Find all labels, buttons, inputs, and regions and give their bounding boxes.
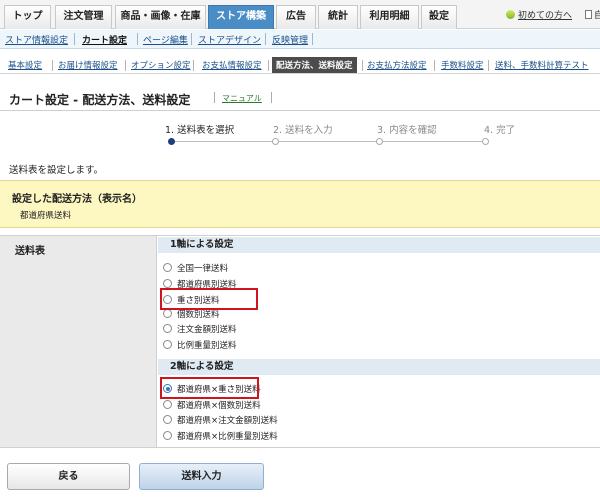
nav-fee-settings[interactable]: 手数料設定 bbox=[441, 59, 484, 71]
row-label-cell: 送料表 bbox=[0, 235, 157, 448]
section-2-heading: 2軸による設定 bbox=[158, 359, 600, 375]
highlight-box-prefecture-weight bbox=[160, 377, 259, 399]
divider bbox=[125, 60, 126, 71]
radio-button[interactable] bbox=[163, 263, 172, 272]
subnav-store-design[interactable]: ストアデザイン bbox=[198, 33, 261, 46]
nav-calc-test[interactable]: 送料、手数料計算テスト bbox=[495, 59, 589, 71]
back-button[interactable]: 戻る bbox=[7, 463, 130, 490]
row-label: 送料表 bbox=[15, 246, 45, 257]
manual-link[interactable]: マニュアル bbox=[222, 93, 262, 104]
radio-button[interactable] bbox=[163, 431, 172, 440]
divider bbox=[265, 33, 266, 45]
option-prefecture-proportional[interactable]: 都道府県×比例重量別送料 bbox=[163, 429, 278, 442]
step-4-label: 4. 完了 bbox=[484, 125, 516, 136]
document-icon bbox=[585, 10, 592, 19]
subnav-cart-settings[interactable]: カート設定 bbox=[82, 33, 127, 46]
tab-settings[interactable]: 設定 bbox=[421, 5, 457, 29]
tab-billing[interactable]: 利用明細 bbox=[360, 5, 419, 29]
step-3-dot bbox=[376, 138, 383, 145]
page-title: カート設定 - 配送方法、送料設定 bbox=[9, 93, 191, 107]
radio-button[interactable] bbox=[163, 309, 172, 318]
tab-orders[interactable]: 注文管理 bbox=[55, 5, 112, 29]
tab-ads[interactable]: 広告 bbox=[276, 5, 316, 29]
option-label: 都道府県×比例重量別送料 bbox=[177, 431, 278, 442]
tab-top[interactable]: トップ bbox=[4, 5, 51, 29]
highlight-box-weight bbox=[160, 288, 258, 310]
divider bbox=[74, 33, 75, 45]
radio-button[interactable] bbox=[163, 340, 172, 349]
step-3-label: 3. 内容を確認 bbox=[377, 125, 437, 136]
tab-stats[interactable]: 統計 bbox=[318, 5, 358, 29]
option-label: 比例重量別送料 bbox=[177, 340, 237, 351]
subnav-store-info[interactable]: ストア情報設定 bbox=[5, 33, 68, 46]
nav-delivery-info[interactable]: お届け情報設定 bbox=[58, 59, 118, 71]
subnav-publish[interactable]: 反映管理 bbox=[272, 33, 308, 46]
divider bbox=[312, 33, 313, 45]
option-label: 全国一律送料 bbox=[177, 263, 229, 274]
option-flat-rate[interactable]: 全国一律送料 bbox=[163, 261, 228, 274]
radio-button[interactable] bbox=[163, 400, 172, 409]
top-nav: トップ 注文管理 商品・画像・在庫 ストア構築 広告 統計 利用明細 設定 初め… bbox=[0, 0, 600, 29]
nav-option-settings[interactable]: オプション設定 bbox=[131, 59, 191, 71]
radio-button[interactable] bbox=[163, 279, 172, 288]
tab-products[interactable]: 商品・画像・在庫 bbox=[115, 5, 206, 29]
help-link-label: 初めての方へ bbox=[518, 11, 573, 21]
step-2-label: 2. 送料を入力 bbox=[273, 125, 333, 136]
divider bbox=[193, 60, 194, 71]
divider bbox=[191, 33, 192, 45]
step-4-dot bbox=[482, 138, 489, 145]
divider bbox=[488, 60, 489, 71]
help-link[interactable]: 初めての方へ bbox=[506, 8, 572, 21]
nav-payment-info[interactable]: お支払情報設定 bbox=[202, 59, 262, 71]
option-prefecture-amount[interactable]: 都道府県×注文金額別送料 bbox=[163, 413, 278, 426]
nav-shipping-settings[interactable]: 配送方法、送料設定 bbox=[272, 57, 357, 73]
section-1-heading: 1軸による設定 bbox=[158, 237, 600, 253]
step-1-label: 1. 送料表を選択 bbox=[165, 125, 235, 136]
shipping-method-box: 設定した配送方法（表示名） 都道府県送料 bbox=[0, 180, 600, 228]
nav-basic-settings[interactable]: 基本設定 bbox=[8, 59, 42, 71]
option-proportional-weight[interactable]: 比例重量別送料 bbox=[163, 338, 237, 351]
divider bbox=[137, 33, 138, 45]
divider bbox=[362, 60, 363, 71]
nav-payment-method[interactable]: お支払方法設定 bbox=[367, 59, 427, 71]
option-label: 都道府県×注文金額別送料 bbox=[177, 415, 278, 426]
shipping-method-heading: 設定した配送方法（表示名） bbox=[12, 194, 142, 205]
divider bbox=[434, 60, 435, 71]
radio-button[interactable] bbox=[163, 415, 172, 424]
divider bbox=[268, 60, 269, 71]
extra-link[interactable]: 自 bbox=[585, 8, 600, 21]
extra-link-label: 自 bbox=[594, 11, 600, 21]
option-prefecture-quantity[interactable]: 都道府県×個数別送料 bbox=[163, 398, 261, 411]
stepper-track bbox=[174, 141, 486, 142]
radio-button[interactable] bbox=[163, 324, 172, 333]
step-2-dot bbox=[272, 138, 279, 145]
option-label: 注文金額別送料 bbox=[177, 324, 237, 335]
option-label: 都道府県×個数別送料 bbox=[177, 400, 261, 411]
bulb-icon bbox=[506, 10, 515, 19]
sub-nav: ストア情報設定 カート設定 ページ編集 ストアデザイン 反映管理 bbox=[0, 30, 600, 49]
intro-text: 送料表を設定します。 bbox=[9, 165, 104, 176]
title-divider bbox=[0, 110, 600, 111]
settings-nav: 基本設定 お届け情報設定 オプション設定 お支払情報設定 配送方法、送料設定 お… bbox=[0, 56, 600, 74]
subnav-page-edit[interactable]: ページ編集 bbox=[143, 33, 188, 46]
step-1-dot bbox=[168, 138, 175, 145]
divider bbox=[52, 60, 53, 71]
option-order-amount[interactable]: 注文金額別送料 bbox=[163, 322, 237, 335]
divider bbox=[271, 92, 272, 103]
shipping-method-value: 都道府県送料 bbox=[20, 211, 72, 221]
tab-store-build[interactable]: ストア構築 bbox=[208, 5, 274, 29]
divider bbox=[214, 92, 215, 103]
shipping-input-button[interactable]: 送料入力 bbox=[139, 463, 264, 490]
